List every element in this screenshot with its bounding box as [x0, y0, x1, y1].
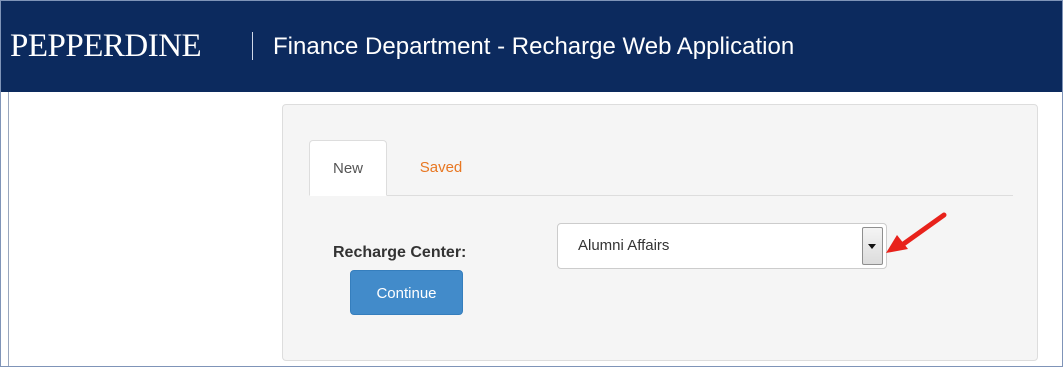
tab-saved-label: Saved: [419, 159, 463, 176]
app-header: PEPPERDINE Finance Department - Recharge…: [0, 0, 1063, 92]
tab-saved[interactable]: Saved: [396, 140, 486, 196]
tab-new-label: New: [332, 160, 363, 177]
chevron-down-icon: [868, 244, 876, 249]
left-divider: [8, 92, 9, 367]
recharge-center-select[interactable]: Alumni Affairs: [557, 223, 887, 269]
recharge-center-value: Alumni Affairs: [578, 237, 670, 254]
app-title: Finance Department - Recharge Web Applic…: [273, 33, 795, 60]
red-arrow-icon: [886, 212, 947, 253]
header-divider: [252, 32, 253, 60]
pepperdine-logo[interactable]: PEPPERDINE: [10, 28, 202, 64]
recharge-center-label: Recharge Center:: [333, 244, 467, 261]
tab-new[interactable]: New: [309, 140, 387, 196]
continue-button[interactable]: Continue: [350, 270, 463, 315]
